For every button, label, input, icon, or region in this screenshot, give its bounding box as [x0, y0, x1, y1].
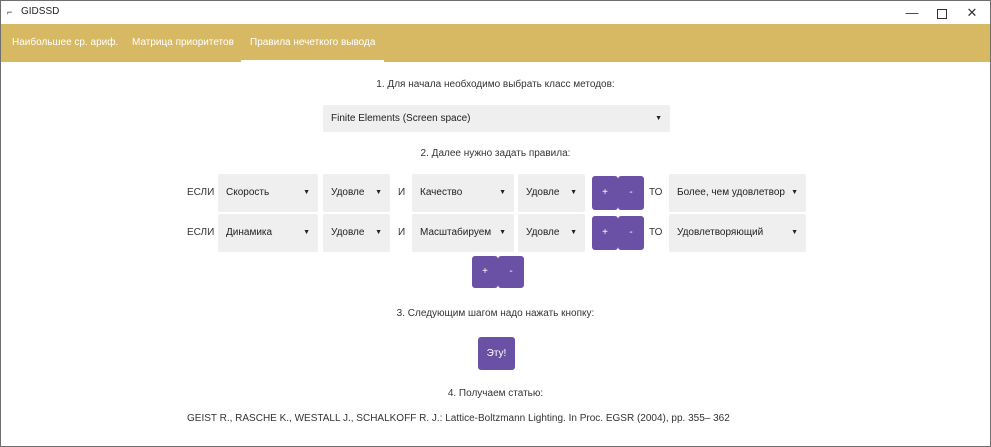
then-label: ТО — [649, 227, 663, 238]
rule1-param2-select[interactable]: Качество ▼ — [412, 174, 514, 212]
if-label: ЕСЛИ — [187, 187, 215, 198]
step4-label: 4. Получаем статью: — [447, 388, 544, 399]
rule1-value1-value: Удовле — [331, 187, 365, 198]
rule2-result-select[interactable]: Удовлетворяющий ▼ — [669, 214, 806, 252]
and-label: И — [398, 187, 406, 198]
step2-label: 2. Далее нужно задать правила: — [420, 148, 571, 159]
dropdown-caret-icon: ▼ — [303, 229, 310, 236]
tab-fuzzy-rules[interactable]: Правила нечеткого вывода — [241, 24, 385, 62]
rule2-value1-select[interactable]: Удовле ▼ — [323, 214, 390, 252]
then-label: ТО — [649, 187, 663, 198]
tab-bar: Наибольшее ср. ариф. Матрица приоритетов… — [1, 24, 990, 62]
dropdown-caret-icon: ▼ — [375, 189, 382, 196]
app-logo-icon: ⌐ — [7, 7, 13, 17]
rule1-result-select[interactable]: Более, чем удовлетвор ▼ — [669, 174, 806, 212]
rule1-result-value: Более, чем удовлетвор — [677, 187, 785, 198]
dropdown-caret-icon: ▼ — [791, 189, 798, 196]
add-condition-button[interactable]: + — [592, 216, 618, 250]
rule2-param1-value: Динамика — [226, 227, 273, 238]
rule1-param2-value: Качество — [420, 187, 463, 198]
maximize-icon — [937, 8, 947, 19]
dropdown-caret-icon: ▼ — [791, 229, 798, 236]
method-class-value: Finite Elements (Screen space) — [331, 113, 471, 124]
add-condition-button[interactable]: + — [592, 176, 618, 210]
remove-condition-button[interactable]: - — [618, 176, 644, 210]
rule2-result-value: Удовлетворяющий — [677, 227, 764, 238]
tab-arithmetic-mean[interactable]: Наибольшее ср. ариф. — [3, 24, 127, 62]
maximize-button[interactable] — [927, 1, 957, 24]
dropdown-caret-icon: ▼ — [570, 189, 577, 196]
rule2-value1-value: Удовле — [331, 227, 365, 238]
rule2-param2-select[interactable]: Масштабируем ▼ — [412, 214, 514, 252]
dropdown-caret-icon: ▼ — [499, 189, 506, 196]
dropdown-caret-icon: ▼ — [499, 229, 506, 236]
rule1-param1-select[interactable]: Скорость ▼ — [218, 174, 318, 212]
rule2-param1-select[interactable]: Динамика ▼ — [218, 214, 318, 252]
method-class-select[interactable]: Finite Elements (Screen space) ▼ — [323, 105, 670, 132]
window-title: GIDSSD — [21, 6, 60, 17]
dropdown-caret-icon: ▼ — [303, 189, 310, 196]
remove-rule-button[interactable]: - — [498, 256, 524, 288]
remove-condition-button[interactable]: - — [618, 216, 644, 250]
app-window: ⌐ GIDSSD — ✕ Наибольшее ср. ариф. Матриц… — [0, 0, 991, 447]
rule2-value2-select[interactable]: Удовле ▼ — [518, 214, 585, 252]
dropdown-caret-icon: ▼ — [655, 115, 662, 122]
tab-priority-matrix[interactable]: Матрица приоритетов — [123, 24, 243, 62]
close-button[interactable]: ✕ — [957, 1, 987, 24]
minimize-button[interactable]: — — [897, 1, 927, 24]
result-citation: GEIST R., RASCHE K., WESTALL J., SCHALKO… — [187, 413, 730, 424]
add-rule-button[interactable]: + — [472, 256, 498, 288]
step3-label: 3. Следующим шагом надо нажать кнопку: — [396, 308, 595, 319]
rule1-value1-select[interactable]: Удовле ▼ — [323, 174, 390, 212]
rule1-value2-select[interactable]: Удовле ▼ — [518, 174, 585, 212]
rule1-value2-value: Удовле — [526, 187, 560, 198]
close-icon: ✕ — [966, 5, 978, 20]
minimize-icon: — — [905, 5, 919, 20]
step1-label: 1. Для начала необходимо выбрать класс м… — [376, 79, 615, 90]
rule1-param1-value: Скорость — [226, 187, 270, 198]
run-button[interactable]: Эту! — [478, 337, 515, 370]
rule2-value2-value: Удовле — [526, 227, 560, 238]
and-label: И — [398, 227, 406, 238]
dropdown-caret-icon: ▼ — [570, 229, 577, 236]
rule2-param2-value: Масштабируем — [420, 227, 492, 238]
dropdown-caret-icon: ▼ — [375, 229, 382, 236]
title-bar: ⌐ GIDSSD — ✕ — [1, 1, 990, 24]
if-label: ЕСЛИ — [187, 227, 215, 238]
